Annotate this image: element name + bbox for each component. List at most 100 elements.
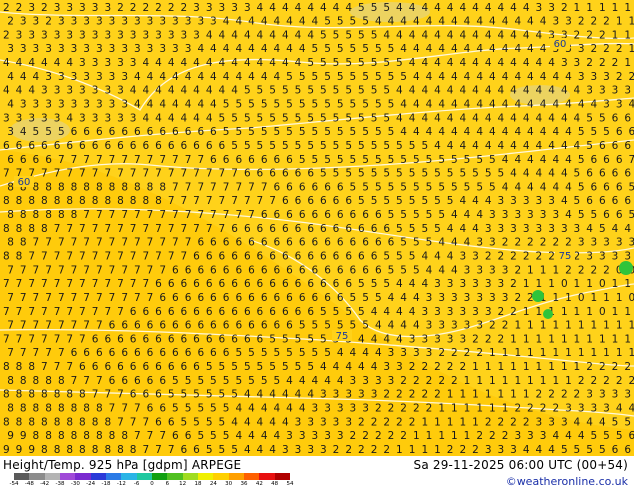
temp-digit: 3 <box>447 333 454 345</box>
temp-digit: 2 <box>362 430 369 442</box>
temp-digit: 4 <box>269 444 276 456</box>
temp-digit: 7 <box>121 209 128 221</box>
temp-digit: 4 <box>459 195 466 207</box>
temp-digit: 4 <box>257 2 264 14</box>
temp-digit: 2 <box>624 361 631 373</box>
temp-digit: 3 <box>66 29 73 41</box>
temp-digit: 4 <box>396 112 403 124</box>
temp-digit: 4 <box>193 85 200 97</box>
temp-digit: 7 <box>185 237 192 249</box>
temp-digit: 6 <box>206 306 213 318</box>
temp-digit: 4 <box>244 444 251 456</box>
temp-digit: 1 <box>536 306 543 318</box>
temp-digit: 2 <box>434 389 441 401</box>
temp-digit: 8 <box>3 416 10 428</box>
temp-digit: 7 <box>96 209 103 221</box>
temp-digit: 6 <box>375 264 382 276</box>
temp-digit: 5 <box>383 195 390 207</box>
temp-digit: 4 <box>299 43 306 55</box>
temp-digit: 6 <box>295 223 302 235</box>
temp-digit: 2 <box>434 361 441 373</box>
temp-digit: 4 <box>282 416 289 428</box>
temp-digit: 3 <box>58 71 65 83</box>
temp-digit: 7 <box>41 361 48 373</box>
temp-digit: 4 <box>451 99 458 111</box>
temp-digit: 4 <box>464 237 471 249</box>
temp-digit: 7 <box>172 154 179 166</box>
colorbar-segment <box>75 473 92 480</box>
temp-digit: 4 <box>510 168 517 180</box>
temp-digit: 7 <box>231 195 238 207</box>
temp-digit: 6 <box>261 264 268 276</box>
temp-digit: 4 <box>206 112 213 124</box>
temp-digit: 5 <box>269 333 276 345</box>
temp-digit: 4 <box>552 126 559 138</box>
temp-digit: 4 <box>510 85 517 97</box>
temp-digit: 6 <box>121 347 128 359</box>
temp-digit: 4 <box>388 292 395 304</box>
temp-digit: 4 <box>168 85 175 97</box>
temp-digit: 5 <box>358 140 365 152</box>
temp-digit: 3 <box>83 99 90 111</box>
temp-digit: 6 <box>616 181 623 193</box>
temp-digit: 8 <box>16 251 23 263</box>
temp-digit: 5 <box>413 264 420 276</box>
temp-digit: 4 <box>523 168 530 180</box>
credit-link[interactable]: ©weatheronline.co.uk <box>506 475 628 488</box>
temp-digit: 3 <box>45 99 52 111</box>
temp-digit: 6 <box>210 347 217 359</box>
temp-digit: 5 <box>409 223 416 235</box>
temp-digit: 8 <box>92 416 99 428</box>
temp-digit: 4 <box>552 154 559 166</box>
temp-digit: 7 <box>121 237 128 249</box>
temp-digit: 3 <box>565 403 572 415</box>
temp-digit: 7 <box>28 306 35 318</box>
temp-digit: 6 <box>337 209 344 221</box>
temp-digit: 4 <box>523 85 530 97</box>
temp-digit: 6 <box>337 264 344 276</box>
temp-digit: 5 <box>312 347 319 359</box>
temp-digit: 6 <box>104 361 111 373</box>
temp-digit: 8 <box>33 430 40 442</box>
temp-digit: 8 <box>16 361 23 373</box>
temp-digit: 6 <box>282 223 289 235</box>
temp-digit: 5 <box>58 126 65 138</box>
temp-digit: 4 <box>312 375 319 387</box>
temp-digit: 1 <box>616 320 623 332</box>
temp-digit: 2 <box>485 333 492 345</box>
temp-digit: 6 <box>206 251 213 263</box>
temp-digit: 8 <box>45 209 52 221</box>
temp-digit: 4 <box>561 112 568 124</box>
temp-digit: 4 <box>210 71 217 83</box>
temp-digit: 6 <box>273 154 280 166</box>
temp-digit: 7 <box>96 237 103 249</box>
colorbar-tick: 36 <box>240 481 248 487</box>
temp-digit: 1 <box>612 2 619 14</box>
temp-digit: 3 <box>117 85 124 97</box>
colorbar-segment <box>228 473 245 480</box>
temp-digit: 3 <box>523 223 530 235</box>
temp-digit: 2 <box>514 403 521 415</box>
temp-digit: 8 <box>3 361 10 373</box>
temp-digit: 1 <box>548 278 555 290</box>
temp-digit: 6 <box>134 375 141 387</box>
temp-digit: 4 <box>447 223 454 235</box>
temp-digit: 4 <box>320 361 327 373</box>
temp-digit: 7 <box>41 251 48 263</box>
temp-digit: 3 <box>96 43 103 55</box>
temp-digit: 4 <box>409 2 416 14</box>
temp-digit: 3 <box>16 29 23 41</box>
temp-digit: 5 <box>561 444 568 456</box>
temp-digit: 7 <box>206 168 213 180</box>
temp-digit: 6 <box>193 444 200 456</box>
temp-digit: 1 <box>590 347 597 359</box>
temp-digit: 1 <box>489 347 496 359</box>
temp-digit: 5 <box>413 209 420 221</box>
temp-digit: 4 <box>451 237 458 249</box>
temp-digit: 5 <box>358 112 365 124</box>
temp-digit: 4 <box>476 126 483 138</box>
temp-digit: 3 <box>307 416 314 428</box>
temp-digit: 4 <box>248 71 255 83</box>
temp-digit: 3 <box>612 85 619 97</box>
temp-digit: 5 <box>235 99 242 111</box>
